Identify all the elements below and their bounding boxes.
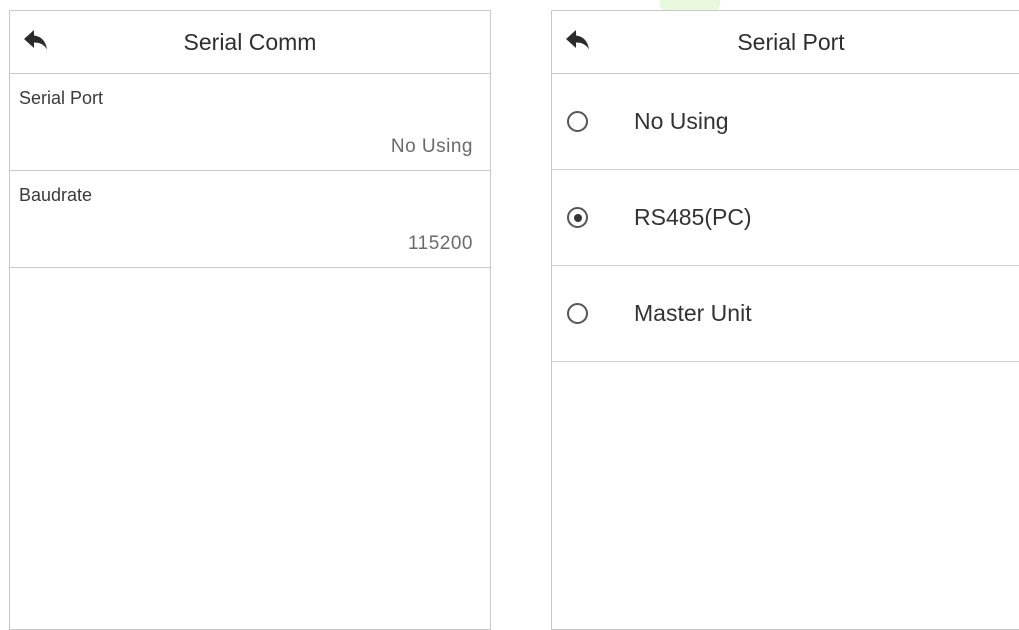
serial-port-label: Serial Port xyxy=(19,88,104,108)
baudrate-value: 115200 xyxy=(408,233,473,254)
radio-selected-dot-icon xyxy=(573,213,582,222)
option-label: RS485(PC) xyxy=(634,204,752,230)
page-title: Serial Port xyxy=(737,29,845,55)
radio-button-unselected[interactable] xyxy=(567,303,588,324)
baudrate-label: Baudrate xyxy=(19,185,93,205)
option-master-unit[interactable]: Master Unit xyxy=(552,266,1019,362)
option-label: Master Unit xyxy=(634,300,752,326)
serial-comm-header: Serial Comm xyxy=(10,11,490,74)
baudrate-setting[interactable]: Baudrate 115200 xyxy=(10,171,490,268)
option-rs485-pc[interactable]: RS485(PC) xyxy=(552,170,1019,266)
radio-button-unselected[interactable] xyxy=(567,111,588,132)
serial-port-screen: Serial Port No Using RS485(PC) Master Un… xyxy=(551,10,1019,630)
serial-comm-screen: Serial Comm Serial Port No Using Baudrat… xyxy=(9,10,491,630)
page-title: Serial Comm xyxy=(183,29,317,55)
back-arrow-icon[interactable] xyxy=(23,28,49,52)
serial-port-setting[interactable]: Serial Port No Using xyxy=(10,74,490,171)
option-label: No Using xyxy=(634,108,729,134)
back-arrow-icon[interactable] xyxy=(565,28,591,52)
serial-port-header: Serial Port xyxy=(552,11,1019,74)
radio-button-selected[interactable] xyxy=(567,207,588,228)
option-no-using[interactable]: No Using xyxy=(552,74,1019,170)
serial-port-value: No Using xyxy=(390,136,473,157)
